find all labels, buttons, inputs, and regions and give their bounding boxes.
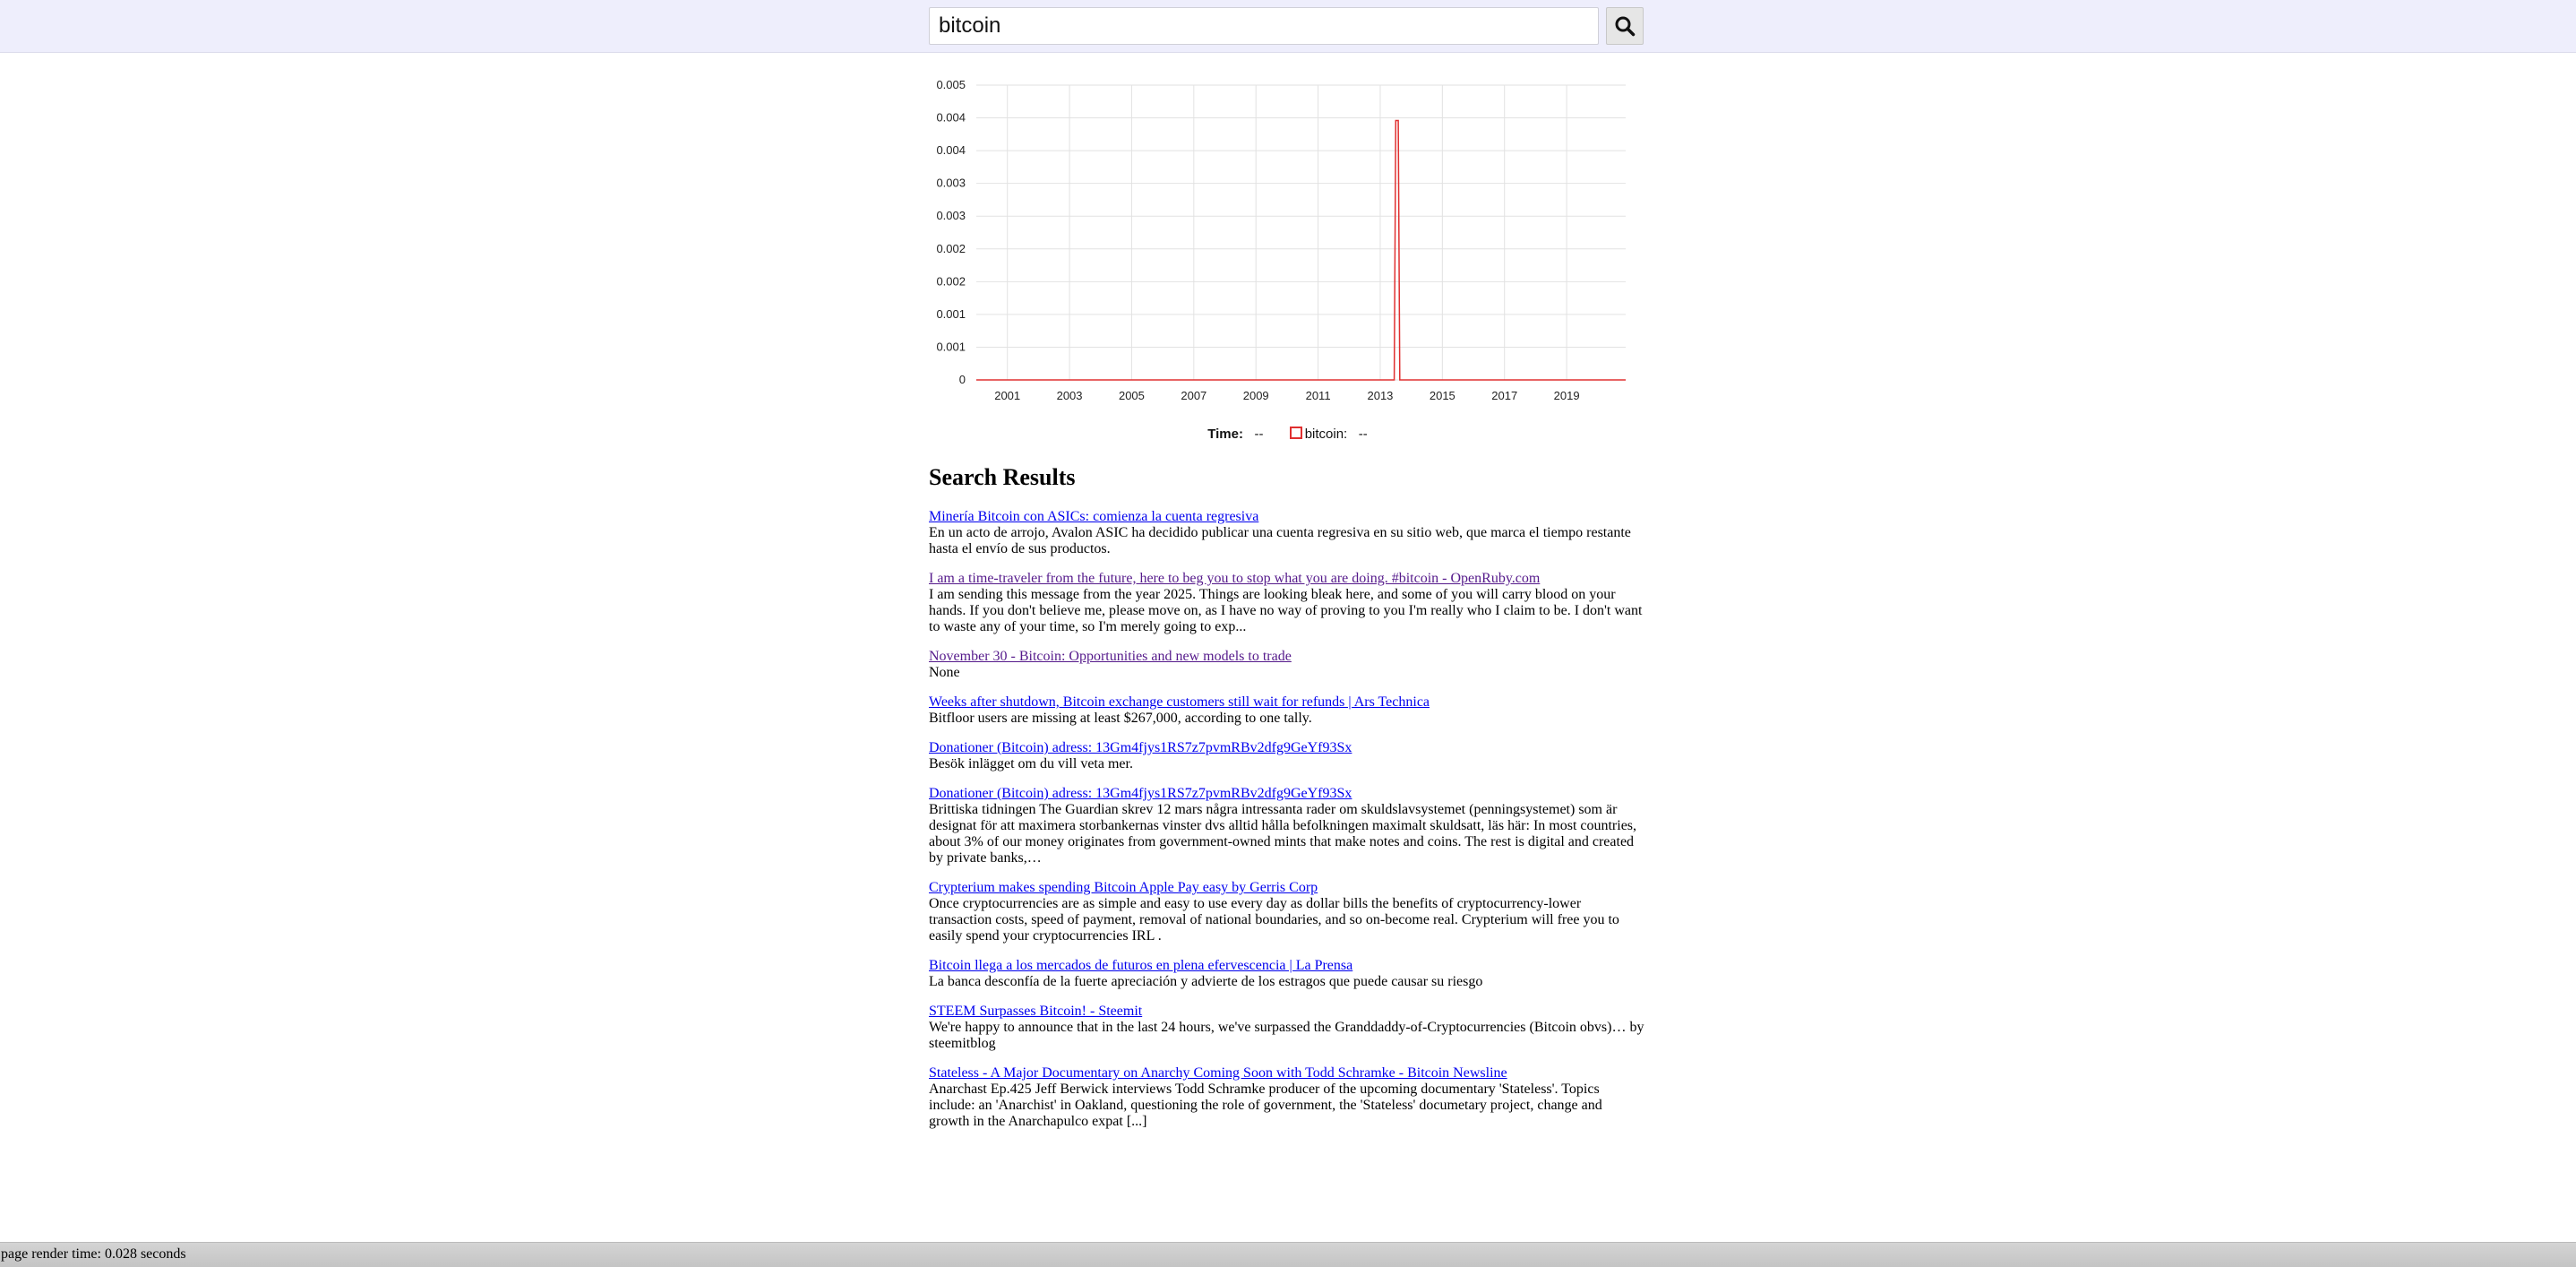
legend-time-label: Time:: [1207, 427, 1243, 442]
result-snippet: Brittiska tidningen The Guardian skrev 1…: [929, 802, 1637, 866]
search-input[interactable]: [929, 7, 1599, 45]
x-tick-label: 2019: [1554, 389, 1580, 402]
chart-legend: Time: -- bitcoin: --: [923, 427, 1653, 442]
search-icon: [1615, 16, 1636, 37]
chart-grid: [976, 84, 1626, 381]
result-title-link[interactable]: Weeks after shutdown, Bitcoin exchange c…: [929, 694, 1645, 711]
result-item: November 30 - Bitcoin: Opportunities and…: [929, 649, 1645, 681]
result-item: STEEM Surpasses Bitcoin! - Steemit We're …: [929, 1004, 1645, 1052]
x-tick-label: 2001: [994, 389, 1020, 402]
x-tick-label: 2005: [1119, 389, 1145, 402]
legend-series-value: --: [1358, 427, 1368, 442]
search-bar: [0, 0, 2576, 53]
series-line-bitcoin: [976, 119, 1626, 381]
search-results: Search Results Minería Bitcoin con ASICs…: [929, 464, 1645, 1143]
y-axis-ticks: 0 0.001 0.001 0.002 0.002 0.003 0.003 0.004 0.00…: [936, 78, 966, 386]
search-button[interactable]: [1606, 7, 1644, 45]
x-tick-label: 2013: [1367, 389, 1393, 402]
result-title-link[interactable]: Stateless - A Major Documentary on Anarc…: [929, 1065, 1645, 1082]
y-tick-label: 0.004: [936, 143, 966, 157]
y-tick-label: 0.004: [936, 111, 966, 125]
y-tick-label: 0: [959, 373, 966, 386]
results-heading: Search Results: [929, 464, 1076, 490]
result-snippet: I am sending this message from the year …: [929, 587, 1643, 634]
x-tick-label: 2011: [1306, 389, 1331, 402]
x-tick-label: 2007: [1181, 389, 1206, 402]
y-tick-label: 0.003: [936, 209, 966, 222]
results-list: Minería Bitcoin con ASICs: comienza la c…: [929, 509, 1645, 1130]
y-tick-label: 0.001: [936, 307, 966, 321]
result-title-link[interactable]: STEEM Surpasses Bitcoin! - Steemit: [929, 1004, 1645, 1020]
y-tick-label: 0.002: [936, 274, 966, 288]
x-axis-ticks: 2001 2003 2005 2007 2009 2011 2013 2015 2017 2019: [994, 389, 1579, 402]
result-item: Weeks after shutdown, Bitcoin exchange c…: [929, 694, 1645, 727]
y-tick-label: 0.002: [936, 242, 966, 255]
y-tick-label: 0.001: [936, 340, 966, 353]
result-title-link[interactable]: Donationer (Bitcoin) adress: 13Gm4fjys1R…: [929, 786, 1645, 802]
result-item: I am a time-traveler from the future, he…: [929, 571, 1645, 635]
trend-chart: 0 0.001 0.001 0.002 0.002 0.003 0.003 0.004 0.00…: [936, 78, 1626, 402]
y-tick-label: 0.003: [936, 177, 966, 190]
result-title-link[interactable]: Bitcoin llega a los mercados de futuros …: [929, 958, 1645, 974]
result-snippet: We're happy to announce that in the last…: [929, 1020, 1644, 1051]
result-item: Bitcoin llega a los mercados de futuros …: [929, 958, 1645, 990]
result-snippet: En un acto de arrojo, Avalon ASIC ha dec…: [929, 525, 1631, 556]
x-tick-label: 2017: [1491, 389, 1517, 402]
x-tick-label: 2003: [1057, 389, 1083, 402]
render-time-footer: page render time: 0.028 seconds: [0, 1242, 2576, 1267]
result-title-link[interactable]: I am a time-traveler from the future, he…: [929, 571, 1645, 587]
y-tick-label: 0.005: [936, 78, 966, 91]
legend-swatch: [1289, 427, 1302, 439]
result-snippet: Besök inlägget om du vill veta mer.: [929, 756, 1133, 771]
result-snippet: Anarchast Ep.425 Jeff Berwick interviews…: [929, 1082, 1602, 1129]
legend-time-value: --: [1254, 427, 1264, 442]
result-snippet: La banca desconfía de la fuerte apreciac…: [929, 974, 1483, 989]
result-item: Minería Bitcoin con ASICs: comienza la c…: [929, 509, 1645, 557]
result-title-link[interactable]: November 30 - Bitcoin: Opportunities and…: [929, 649, 1645, 665]
chart-series: [976, 119, 1626, 381]
result-title-link[interactable]: Donationer (Bitcoin) adress: 13Gm4fjys1R…: [929, 740, 1645, 756]
result-item: Donationer (Bitcoin) adress: 13Gm4fjys1R…: [929, 786, 1645, 866]
result-item: Stateless - A Major Documentary on Anarc…: [929, 1065, 1645, 1130]
result-item: Donationer (Bitcoin) adress: 13Gm4fjys1R…: [929, 740, 1645, 772]
result-snippet: None: [929, 665, 960, 680]
result-title-link[interactable]: Minería Bitcoin con ASICs: comienza la c…: [929, 509, 1645, 525]
x-tick-label: 2015: [1430, 389, 1455, 402]
result-item: Crypterium makes spending Bitcoin Apple …: [929, 880, 1645, 944]
x-tick-label: 2009: [1243, 389, 1269, 402]
result-snippet: Bitfloor users are missing at least $267…: [929, 711, 1312, 726]
result-title-link[interactable]: Crypterium makes spending Bitcoin Apple …: [929, 880, 1645, 896]
legend-series-label: bitcoin:: [1304, 427, 1348, 442]
result-snippet: Once cryptocurrencies are as simple and …: [929, 896, 1619, 944]
